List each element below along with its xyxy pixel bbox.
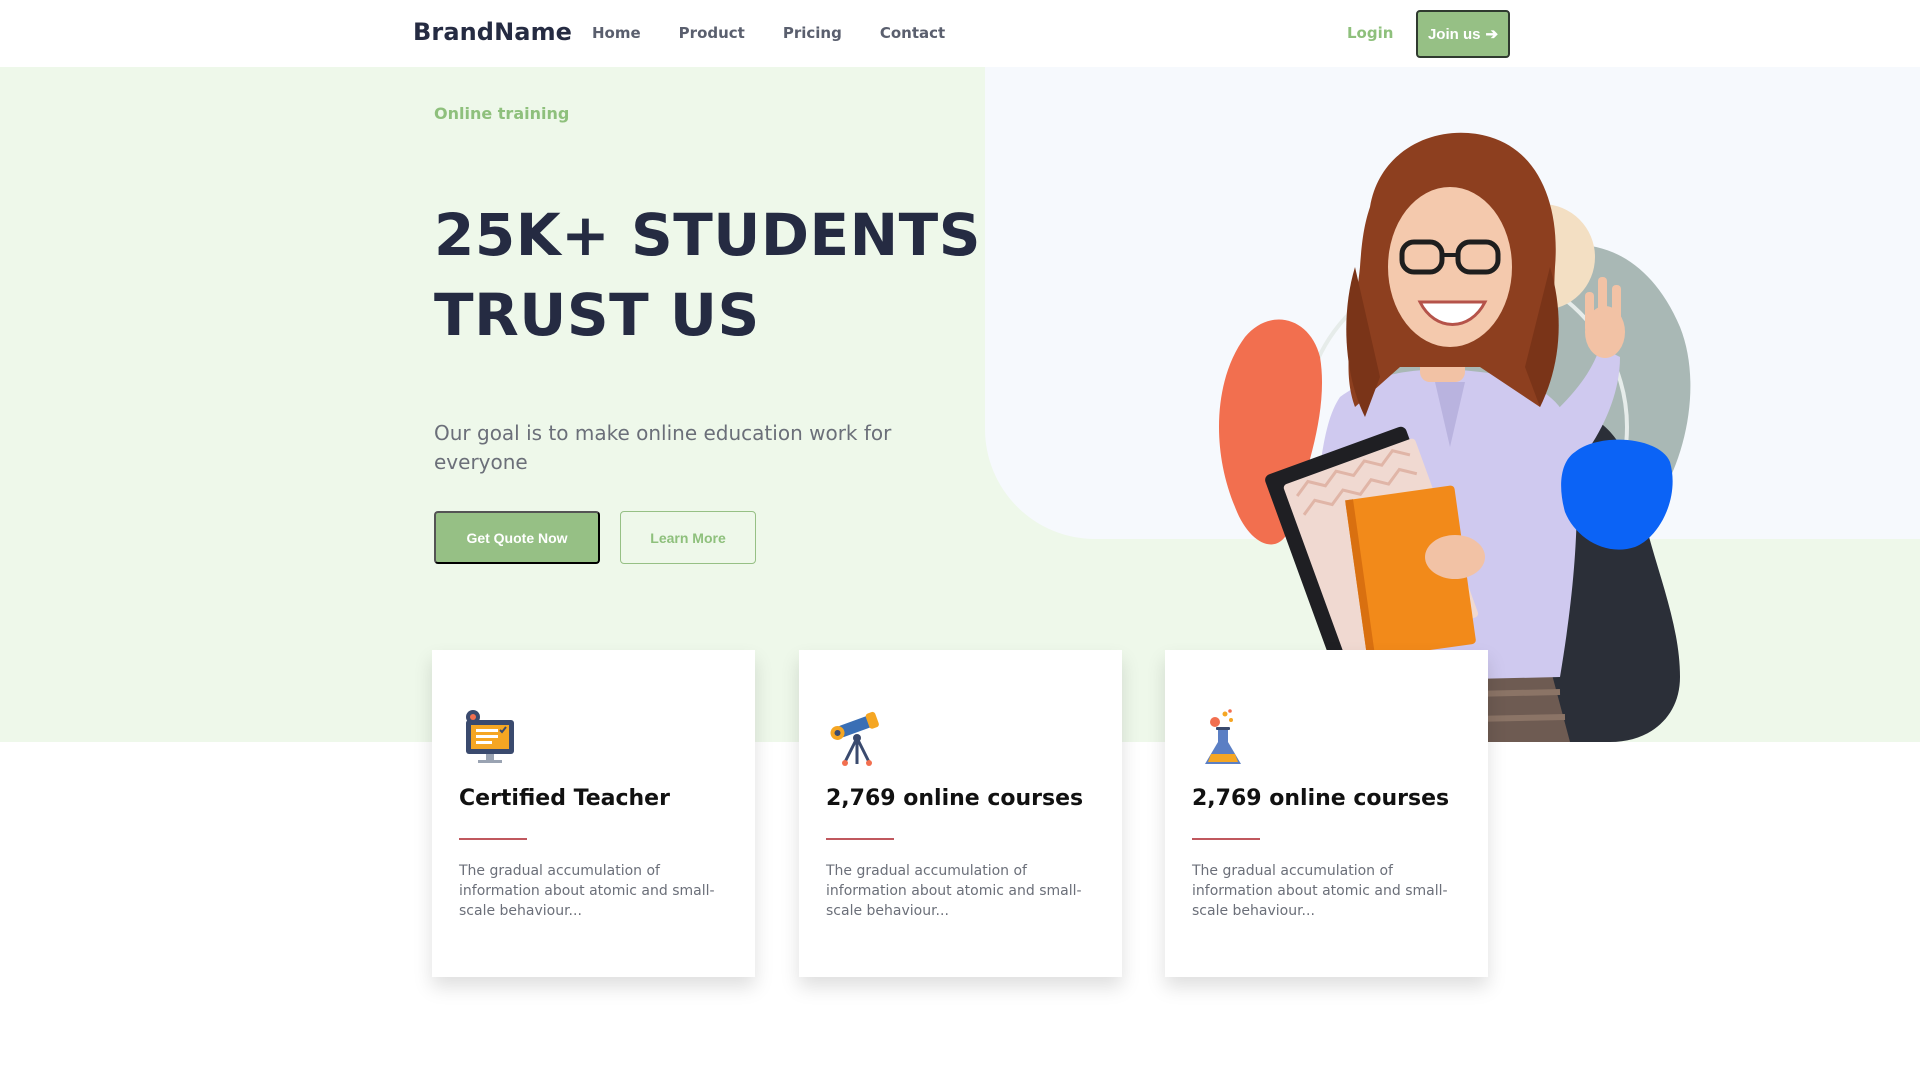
- feature-card-online-courses-2: 2,769 online courses The gradual accumul…: [1165, 650, 1488, 977]
- join-button[interactable]: Join us ➔: [1416, 10, 1510, 58]
- hero-student-illustration: [1218, 132, 1691, 742]
- feature-card-certified-teacher: Certified Teacher The gradual accumulati…: [432, 650, 755, 977]
- arrow-right-icon: ➔: [1485, 26, 1499, 43]
- feature-card-online-courses: 2,769 online courses The gradual accumul…: [799, 650, 1122, 977]
- card-divider: [1192, 838, 1260, 840]
- nav-link-pricing[interactable]: Pricing: [783, 24, 842, 42]
- flask-icon: [1205, 709, 1241, 764]
- login-link[interactable]: Login: [1347, 24, 1393, 42]
- navbar: BrandName Home Product Pricing Contact L…: [0, 0, 1920, 67]
- hero-section: Online training 25K+ STUDENTS TRUST US O…: [0, 67, 1920, 742]
- learn-more-button[interactable]: Learn More: [620, 511, 756, 564]
- brand-logo[interactable]: BrandName: [413, 18, 572, 46]
- hero-tagline: Online training: [434, 104, 570, 123]
- monitor-checklist-icon: [466, 710, 514, 763]
- nav-link-home[interactable]: Home: [592, 24, 641, 42]
- telescope-icon: [830, 711, 879, 766]
- nav-link-contact[interactable]: Contact: [880, 24, 945, 42]
- card-divider: [459, 838, 527, 840]
- hero-headline: 25K+ STUDENTS TRUST US: [434, 201, 982, 349]
- card-title: Certified Teacher: [459, 786, 670, 811]
- card-title: 2,769 online courses: [1192, 786, 1450, 811]
- join-button-label: Join us: [1427, 25, 1481, 43]
- card-text: The gradual accumulation of information …: [459, 863, 715, 919]
- card-divider: [826, 838, 894, 840]
- card-text: The gradual accumulation of information …: [826, 863, 1082, 919]
- card-text: The gradual accumulation of information …: [1192, 863, 1448, 919]
- get-quote-button[interactable]: Get Quote Now: [434, 511, 600, 564]
- card-title: 2,769 online courses: [826, 786, 1084, 811]
- nav-links: Home Product Pricing Contact: [592, 24, 983, 42]
- nav-link-product[interactable]: Product: [679, 24, 745, 42]
- hero-subtitle: Our goal is to make online education wor…: [434, 421, 892, 474]
